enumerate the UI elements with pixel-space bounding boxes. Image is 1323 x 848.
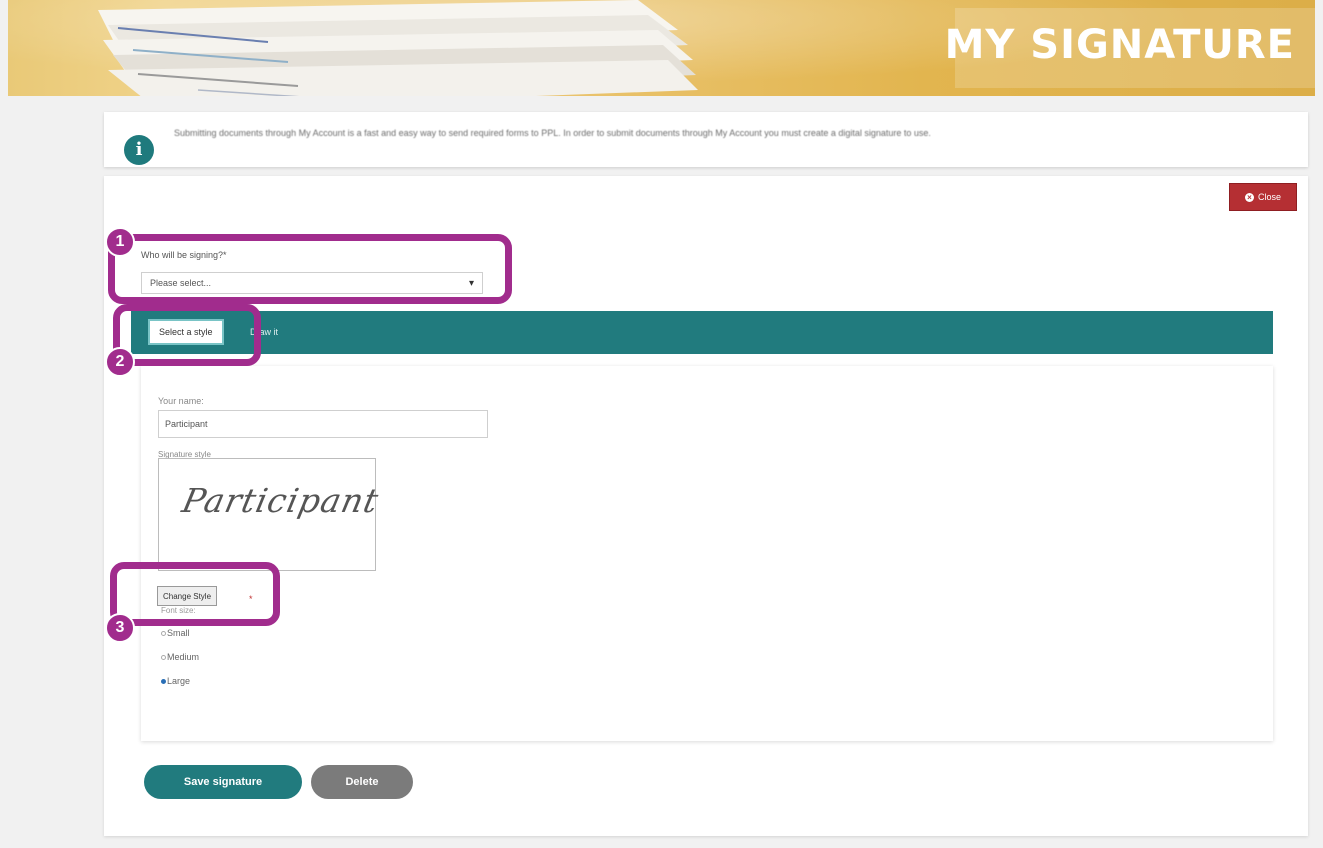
close-icon: × — [1244, 192, 1254, 202]
signer-select[interactable]: Please select... ▾ — [141, 272, 483, 294]
info-icon: i — [124, 135, 154, 165]
change-style-label: Change Style — [163, 591, 212, 601]
annotation-badge-3: 3 — [105, 613, 135, 643]
save-signature-label: Save signature — [183, 776, 263, 788]
radio-small[interactable]: Small — [161, 628, 190, 638]
required-mark: * — [249, 594, 253, 604]
save-signature-button[interactable]: Save signature — [144, 765, 302, 799]
close-button-label: Close — [1257, 192, 1281, 202]
tab-select-style-label: Select a style — [159, 327, 213, 337]
delete-label: Delete — [345, 776, 379, 788]
radio-small-dot[interactable] — [161, 630, 166, 636]
annotation-badge-1: 1 — [105, 227, 135, 257]
signer-select-value: Please select... — [150, 278, 212, 288]
tab-draw-it[interactable]: Draw it — [241, 319, 287, 345]
page-title: MY SIGNATURE — [944, 22, 1295, 68]
radio-medium-dot[interactable] — [161, 654, 166, 660]
change-style-button[interactable]: Change Style — [157, 586, 218, 606]
font-size-label: Font size: — [161, 606, 196, 615]
style-tab-bar: Select a style Draw it — [131, 311, 1273, 354]
tab-draw-it-label: Draw it — [250, 327, 279, 337]
page-banner: MY SIGNATURE — [8, 0, 1315, 96]
radio-large-label: Large — [167, 676, 191, 686]
tab-select-style[interactable]: Select a style — [148, 319, 224, 345]
signer-label: Who will be signing?* — [141, 250, 227, 260]
info-text: Submitting documents through My Account … — [174, 128, 931, 138]
name-input[interactable]: Participant — [158, 410, 488, 438]
paper-stack-image — [98, 0, 698, 96]
delete-button[interactable]: Delete — [311, 765, 413, 799]
radio-medium-label: Medium — [167, 652, 200, 662]
close-button[interactable]: × Close — [1229, 183, 1297, 211]
radio-small-label: Small — [167, 628, 190, 638]
style-form-panel: Your name: Participant Signature style P… — [141, 366, 1273, 741]
signature-panel: × Close Who will be signing?* Please sel… — [104, 176, 1308, 836]
annotation-badge-2: 2 — [105, 347, 135, 377]
chevron-down-icon: ▾ — [468, 277, 474, 289]
name-input-value: Participant — [165, 419, 208, 429]
radio-large-dot[interactable] — [161, 678, 166, 684]
signature-preview: Participant — [178, 481, 383, 520]
radio-large[interactable]: Large — [161, 676, 190, 686]
info-message: i Submitting documents through My Accoun… — [104, 112, 1308, 167]
signature-preview-box: Participant — [158, 458, 382, 571]
radio-medium[interactable]: Medium — [161, 652, 199, 662]
name-label: Your name: — [158, 396, 204, 406]
